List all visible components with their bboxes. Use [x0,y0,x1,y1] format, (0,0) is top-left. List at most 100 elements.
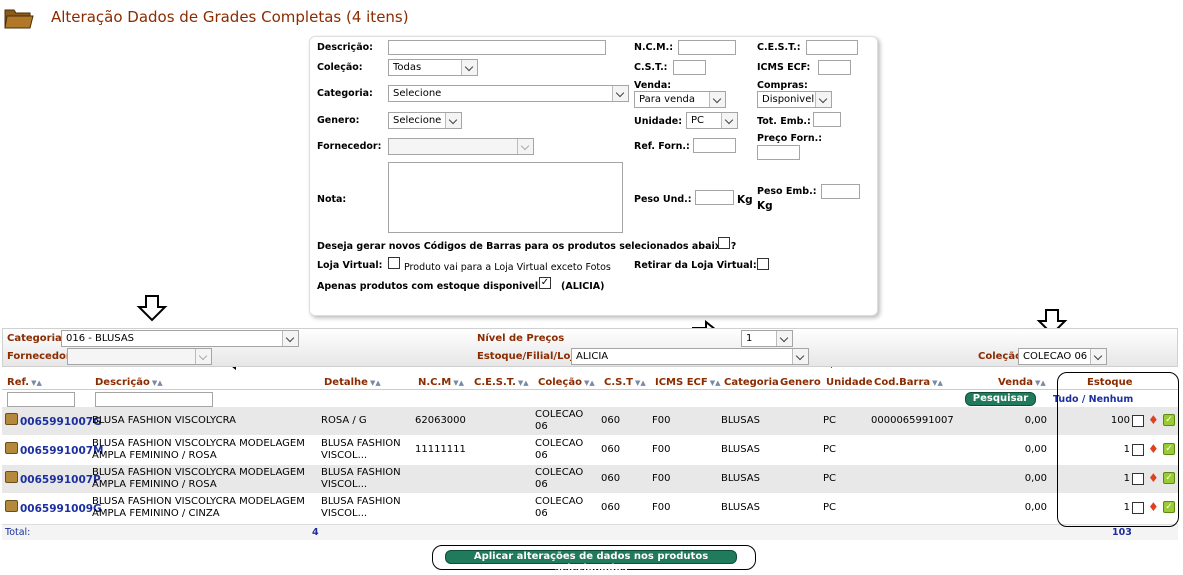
row-descricao: BLUSA FASHION VISCOLYCRA MODELAGEM [92,496,305,507]
col-header-detalhe[interactable]: Detalhe ▼▲ [324,377,381,388]
nota-textarea[interactable] [388,162,623,233]
col-header-cst-label: C.S.T [604,377,633,388]
estoque-highlight [1057,372,1179,527]
categoria-label: Categoria: [317,88,373,99]
col-header-ref-label: Ref. [7,377,30,388]
colecao-label: Coleção: [317,62,363,73]
apenas-estoque-checkbox[interactable]: ✓ [539,277,551,289]
row-icms: F00 [652,502,671,513]
row-descricao-2: AMPLA FEMININO / ROSA [92,479,217,490]
tot-emb-label: Tot. Emb.: [757,116,811,127]
row-ref-link[interactable]: 0065991007P [20,474,101,486]
col-header-cest[interactable]: C.E.S.T. ▼▲ [474,377,529,388]
descricao-input[interactable] [388,40,606,55]
sort-icon[interactable]: ▼▲ [932,379,943,387]
colecao-filter-select-value: COLECAO 06 [1023,351,1088,362]
venda-select[interactable]: Para venda [634,91,726,108]
cst-label: C.S.T.: [634,62,668,73]
row-venda: 0,00 [1024,444,1047,455]
chevron-down-icon [612,86,628,101]
estoque-filial-select[interactable]: ALICIA [571,348,809,365]
package-icon [5,442,18,454]
apply-changes-button[interactable]: Aplicar alterações de dados nos produtos… [445,550,737,574]
categoria-select[interactable]: Selecione [388,85,629,102]
row-cst: 060 [601,444,621,455]
col-header-descricao[interactable]: Descrição ▼▲ [95,377,163,388]
col-header-ncm-label: N.C.M [418,377,452,388]
col-header-cod-barra[interactable]: Cod.Barra ▼▲ [874,377,943,388]
col-header-ncm[interactable]: N.C.M ▼▲ [418,377,464,388]
col-header-venda[interactable]: Venda ▼▲ [998,377,1046,388]
table-row: 0065991007P BLUSA FASHION VISCOLYCRA MOD… [2,465,1178,494]
compras-select[interactable]: Disponivel [757,91,832,108]
preco-forn-input[interactable] [757,145,800,160]
peso-emb-input[interactable] [821,184,860,199]
sort-icon[interactable]: ▼▲ [584,379,595,387]
sort-icon[interactable]: ▼▲ [710,379,721,387]
ref-forn-label: Ref. Forn.: [634,141,690,152]
tot-emb-input[interactable] [813,112,841,127]
sort-icon[interactable]: ▼▲ [518,379,529,387]
loja-virtual-checkbox[interactable] [388,257,400,269]
package-icon [5,500,18,512]
retirar-loja-checkbox[interactable] [757,258,769,270]
col-header-cst[interactable]: C.S.T ▼▲ [604,377,646,388]
gerar-codigos-checkbox[interactable] [718,237,730,249]
genero-select-value: Selecione [393,115,442,126]
col-header-categoria-label: Categoria [724,377,779,388]
venda-label: Venda: [634,80,672,91]
sort-icon[interactable]: ▼▲ [31,379,42,387]
total-label: Total: [5,527,31,538]
peso-und-input[interactable] [695,190,734,205]
col-header-icms[interactable]: ICMS ECF ▼▲ [655,377,720,388]
peso-und-unit: Kg [737,194,753,206]
col-header-ref[interactable]: Ref. ▼▲ [7,377,42,388]
row-colecao: COLECAO [535,438,584,449]
chevron-down-icon [709,92,725,107]
genero-select[interactable]: Selecione [388,112,462,129]
colecao-select[interactable]: Todas [388,59,478,76]
col-header-categoria[interactable]: Categoria [724,377,779,388]
col-header-genero[interactable]: Genero [780,377,821,388]
table-row: 0065991007M BLUSA FASHION VISCOLYCRA MOD… [2,436,1178,465]
chevron-down-icon [461,60,477,75]
estoque-filial-select-value: ALICIA [576,351,609,362]
sort-icon[interactable]: ▼▲ [1035,379,1046,387]
sort-icon[interactable]: ▼▲ [453,379,464,387]
sort-icon[interactable]: ▼▲ [635,379,646,387]
categorias-select[interactable]: 016 - BLUSAS [61,330,299,347]
row-ref-link[interactable]: 0065991009G [20,503,102,515]
ncm-input[interactable] [678,40,736,55]
row-colecao-2: 06 [535,421,548,432]
row-detalhe: BLUSA FASHION [321,467,401,478]
row-unidade: PC [823,444,837,455]
row-descricao: BLUSA FASHION VISCOLYCRA MODELAGEM [92,467,305,478]
row-colecao: COLECAO [535,496,584,507]
cest-input[interactable] [806,40,858,55]
fornecedor-select[interactable] [388,138,534,155]
sort-icon[interactable]: ▼▲ [152,379,163,387]
chevron-down-icon [792,349,808,364]
ref-forn-input[interactable] [693,138,736,153]
descricao-search-input[interactable] [95,392,213,407]
cst-input[interactable] [673,60,706,75]
table-row: 0065991007G BLUSA FASHION VISCOLYCRA ROS… [2,407,1178,436]
ref-search-input[interactable] [7,392,75,407]
fornecedor-filter-select[interactable] [67,348,212,365]
row-venda: 0,00 [1024,473,1047,484]
row-detalhe: BLUSA FASHION [321,438,401,449]
row-ref-link[interactable]: 0065991007G [20,416,102,428]
pesquisar-button[interactable]: Pesquisar [965,392,1036,406]
icms-input[interactable] [818,60,851,75]
colecao-filter-select[interactable]: COLECAO 06 [1018,348,1107,365]
col-header-detalhe-label: Detalhe [324,377,368,388]
row-categoria: BLUSAS [721,444,760,455]
sort-icon[interactable]: ▼▲ [370,379,381,387]
col-header-unidade[interactable]: Unidade [826,377,873,388]
descricao-label: Descrição: [317,42,373,53]
col-header-cod-barra-label: Cod.Barra [874,377,931,388]
row-ref-link[interactable]: 0065991007M [20,445,104,457]
nivel-precos-select[interactable]: 1 [741,330,793,347]
unidade-select[interactable]: PC [686,112,738,129]
col-header-colecao[interactable]: Coleção ▼▲ [538,377,595,388]
